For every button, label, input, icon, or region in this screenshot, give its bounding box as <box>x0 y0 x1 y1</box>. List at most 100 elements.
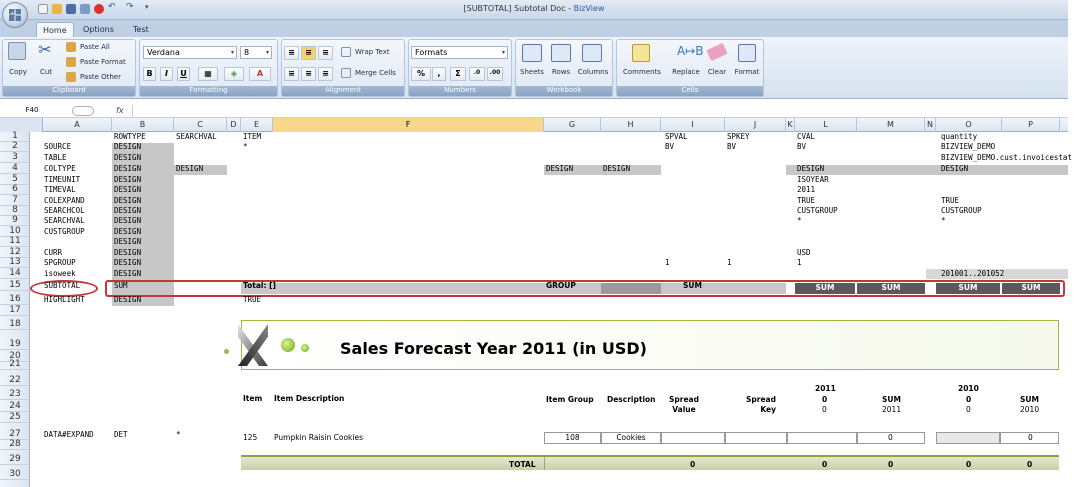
row-header-22[interactable]: 22 <box>0 375 30 386</box>
decrease-decimal-icon[interactable]: .00 <box>487 67 503 81</box>
cell-b1[interactable]: ROWTYPE <box>114 132 146 142</box>
cell-b8[interactable]: DESIGN <box>114 206 141 216</box>
cell-i1[interactable]: SPVAL <box>665 132 688 142</box>
wrap-text-button[interactable]: Wrap Text <box>355 48 390 56</box>
row-header-9[interactable]: 9 <box>0 215 30 226</box>
cell-c1[interactable]: SEARCHVAL <box>176 132 217 142</box>
cell-a5[interactable]: TIMEUNIT <box>44 175 80 185</box>
italic-button[interactable]: I <box>160 67 173 81</box>
row-header-23[interactable]: 23 <box>0 389 30 400</box>
row-header-29[interactable]: 29 <box>0 454 30 465</box>
cell-a27[interactable]: DATA#EXPAND <box>44 430 94 440</box>
cell-l2[interactable]: BV <box>797 142 806 152</box>
comments-button[interactable]: Comments <box>620 68 664 76</box>
cell-a8[interactable]: SEARCHCOL <box>44 206 85 216</box>
item-group-cell[interactable]: 108 <box>544 432 601 444</box>
name-box[interactable]: F40 <box>2 106 62 117</box>
formula-input[interactable] <box>132 105 1067 117</box>
cell-l7[interactable]: TRUE <box>797 196 815 206</box>
cell-a3[interactable]: TABLE <box>44 153 67 163</box>
cell-e15[interactable]: Total: [] <box>243 281 276 291</box>
cell-l9[interactable]: * <box>797 216 802 226</box>
tab-home[interactable]: Home <box>36 22 74 37</box>
cell-j13[interactable]: 1 <box>727 258 732 268</box>
cell-g4[interactable]: DESIGN <box>546 164 573 174</box>
format-button[interactable]: Format <box>731 68 763 76</box>
select-all-corner[interactable] <box>0 118 43 132</box>
col-o-cell[interactable] <box>936 432 1000 444</box>
borders-icon[interactable]: ▦ <box>198 67 218 81</box>
column-header-m[interactable]: M <box>857 118 925 132</box>
columns-button[interactable]: Columns <box>576 68 610 76</box>
column-header-p[interactable]: P <box>1002 118 1060 132</box>
cell-a9[interactable]: SEARCHVAL <box>44 216 85 226</box>
column-header-g[interactable]: G <box>544 118 601 132</box>
column-header-n[interactable]: N <box>925 118 936 132</box>
save-all-icon[interactable] <box>80 4 90 14</box>
bold-button[interactable]: B <box>143 67 156 81</box>
align-bottom-icon[interactable]: ≡ <box>318 46 333 60</box>
paste-other-button[interactable]: Paste Other <box>80 73 121 81</box>
cell-l5[interactable]: ISOYEAR <box>797 175 829 185</box>
cell-l8[interactable]: CUSTGROUP <box>797 206 838 216</box>
column-header-k[interactable]: K <box>786 118 795 132</box>
copy-button[interactable]: Copy <box>6 68 30 76</box>
col-p-cell[interactable]: 0 <box>1000 432 1059 444</box>
cell-e2[interactable]: * <box>243 142 248 152</box>
cell-a4[interactable]: COLTYPE <box>44 164 76 174</box>
office-button[interactable] <box>2 2 28 28</box>
new-doc-icon[interactable] <box>38 4 48 14</box>
close-doc-icon[interactable] <box>94 4 104 14</box>
cell-b6[interactable]: DESIGN <box>114 185 141 195</box>
align-center-icon[interactable]: ≡ <box>301 67 316 81</box>
cell-b12[interactable]: DESIGN <box>114 248 141 258</box>
underline-button[interactable]: U <box>177 67 190 81</box>
cell-l6[interactable]: 2011 <box>797 185 815 195</box>
cell-b9[interactable]: DESIGN <box>114 216 141 226</box>
cell-l12[interactable]: USD <box>797 248 811 258</box>
column-header-c[interactable]: C <box>174 118 227 132</box>
cell-o8[interactable]: CUSTGROUP <box>941 206 982 216</box>
cell-o4[interactable]: DESIGN <box>941 164 968 174</box>
row-header-3[interactable]: 3 <box>0 152 30 163</box>
row-header-25[interactable]: 25 <box>0 412 30 423</box>
description-cell[interactable]: Cookies <box>601 432 661 444</box>
merge-cells-button[interactable]: Merge Cells <box>355 69 396 77</box>
align-middle-icon[interactable]: ≡ <box>301 46 316 60</box>
col-l-cell[interactable] <box>787 432 857 444</box>
cell-a14[interactable]: isoweek <box>44 269 76 279</box>
font-name-combo[interactable]: Verdana ▾ <box>143 46 237 59</box>
cell-a6[interactable]: TIMEVAL <box>44 185 76 195</box>
cell-a13[interactable]: SPGROUP <box>44 258 76 268</box>
increase-decimal-icon[interactable]: .0 <box>469 67 485 81</box>
cell-b27[interactable]: DET <box>114 430 128 440</box>
tab-options[interactable]: Options <box>77 22 120 37</box>
cell-b5[interactable]: DESIGN <box>114 175 141 185</box>
column-header-f[interactable]: F <box>273 118 544 132</box>
cell-b7[interactable]: DESIGN <box>114 196 141 206</box>
cell-l13[interactable]: 1 <box>797 258 802 268</box>
cell-b14[interactable]: DESIGN <box>114 269 141 279</box>
sheets-button[interactable]: Sheets <box>518 68 546 76</box>
row-header-21[interactable]: 21 <box>0 359 30 370</box>
row-header-24[interactable]: 24 <box>0 401 30 412</box>
cell-b2[interactable]: DESIGN <box>114 142 141 152</box>
undo-icon[interactable]: ↶ <box>108 2 122 12</box>
tab-test[interactable]: Test <box>127 22 155 37</box>
autosum-button[interactable]: Σ <box>450 67 466 81</box>
item-description[interactable]: Pumpkin Raisin Cookies <box>274 433 363 443</box>
percent-button[interactable]: % <box>411 67 431 81</box>
cell-b15[interactable]: SUM <box>114 281 128 291</box>
item-number[interactable]: 125 <box>243 433 257 443</box>
column-header-i[interactable]: I <box>661 118 725 132</box>
paste-all-button[interactable]: Paste All <box>80 43 110 51</box>
column-header-o[interactable]: O <box>936 118 1002 132</box>
column-header-b[interactable]: B <box>112 118 174 132</box>
column-header-a[interactable]: A <box>43 118 112 132</box>
fill-color-icon[interactable]: ◈ <box>224 67 244 81</box>
paste-format-button[interactable]: Paste Format <box>80 58 126 66</box>
cell-a10[interactable]: CUSTGROUP <box>44 227 85 237</box>
row-header-16[interactable]: 16 <box>0 294 30 305</box>
cell-o7[interactable]: TRUE <box>941 196 959 206</box>
column-header-j[interactable]: J <box>725 118 786 132</box>
